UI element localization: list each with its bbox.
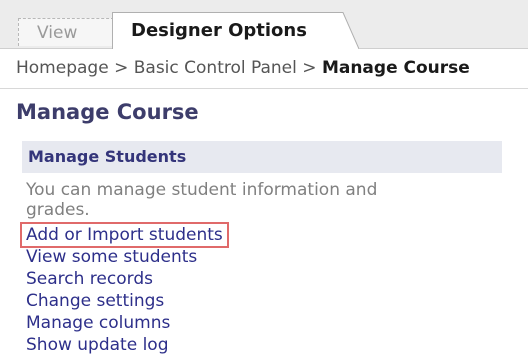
breadcrumb-current: Manage Course [321,58,470,78]
breadcrumb: Homepage > Basic Control Panel > Manage … [16,58,470,78]
link-change-settings[interactable]: Change settings [26,290,227,312]
tab-bar: View Designer Options [0,0,528,49]
breadcrumb-control-panel[interactable]: Basic Control Panel [134,58,297,78]
divider [0,88,528,89]
tab-view[interactable]: View [18,18,127,47]
link-search-records[interactable]: Search records [26,268,227,290]
tab-designer-options[interactable]: Designer Options [112,12,330,49]
link-manage-columns[interactable]: Manage columns [26,312,227,334]
tab-designer-options-label: Designer Options [131,20,307,41]
page-title: Manage Course [16,100,199,124]
tab-edge-decoration [329,12,359,49]
link-show-update-log[interactable]: Show update log [26,334,227,356]
section-header-manage-students: Manage Students [22,141,502,173]
action-links: Add or Import students View some student… [20,222,229,356]
link-view-students[interactable]: View some students [26,246,227,268]
breadcrumb-home[interactable]: Homepage [16,58,109,78]
breadcrumb-separator: > [302,58,317,78]
section-description: You can manage student information and g… [26,180,378,220]
breadcrumb-separator: > [114,58,129,78]
link-add-import-students[interactable]: Add or Import students [20,222,229,248]
tab-view-label: View [37,23,78,43]
